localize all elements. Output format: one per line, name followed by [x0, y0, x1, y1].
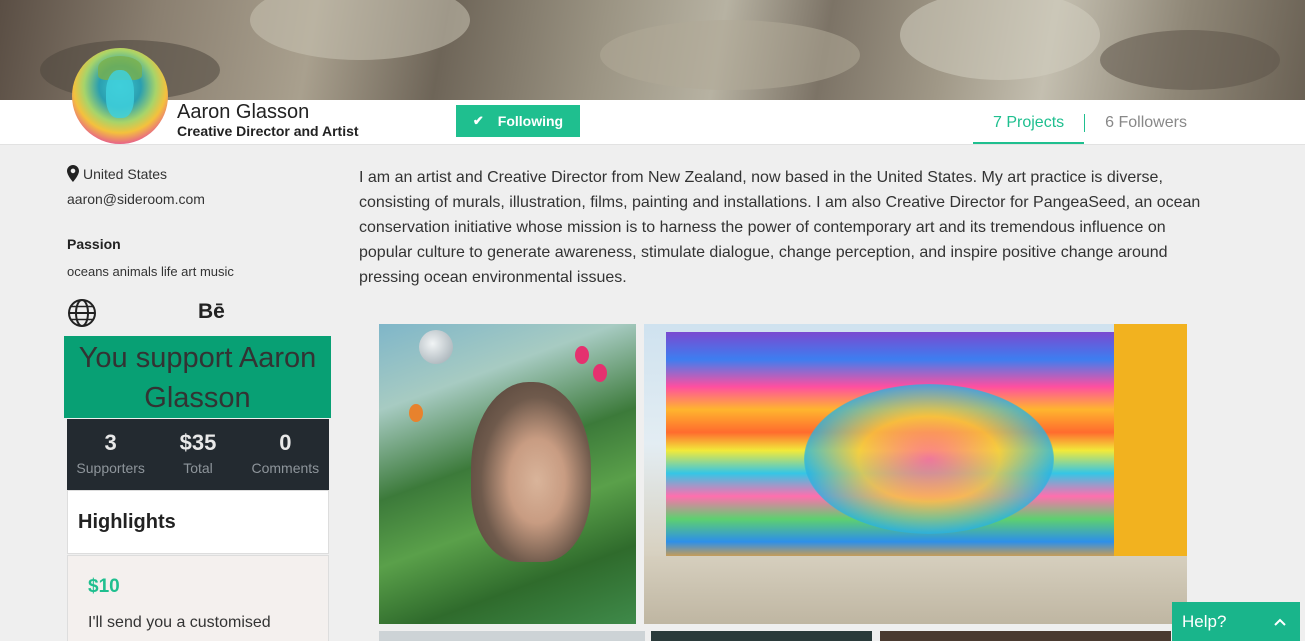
- portrait-shape: [471, 382, 591, 562]
- stat-total: $35 Total: [154, 419, 241, 490]
- highlights-label: Highlights: [78, 511, 176, 533]
- following-button[interactable]: ✔ Following: [456, 105, 580, 137]
- yellow-building: [1114, 324, 1187, 564]
- location: United States: [67, 165, 167, 182]
- flower-shape: [575, 346, 589, 364]
- passion-text: oceans animals life art music: [67, 264, 234, 279]
- chevron-up-icon: [1274, 618, 1286, 626]
- bio-text: I am an artist and Creative Director fro…: [359, 169, 1201, 286]
- cover-image: [0, 0, 1305, 100]
- project-thumbnail[interactable]: [379, 631, 645, 641]
- location-text: United States: [83, 165, 168, 182]
- stat-comments: 0 Comments: [242, 419, 329, 490]
- avatar[interactable]: [72, 48, 168, 144]
- flower-shape: [409, 404, 423, 422]
- profile-name: Aaron Glasson: [177, 101, 310, 123]
- profile-tabs: 7 Projects 6 Followers: [973, 101, 1207, 144]
- stat-label: Comments: [251, 460, 320, 476]
- highlights-header: Highlights: [67, 490, 329, 554]
- stat-supporters: 3 Supporters: [67, 419, 154, 490]
- mural-figure: [804, 384, 1054, 534]
- avatar-face: [106, 70, 134, 118]
- tab-followers[interactable]: 6 Followers: [1085, 101, 1207, 144]
- passion-heading: Passion: [67, 236, 121, 252]
- reward-price: $10: [88, 576, 120, 597]
- help-label: Help?: [1182, 611, 1227, 631]
- stat-value: $35: [179, 430, 217, 455]
- support-banner: You support Aaron Glasson: [64, 336, 331, 418]
- stat-value: 3: [104, 430, 117, 455]
- tab-projects[interactable]: 7 Projects: [973, 101, 1085, 144]
- help-button[interactable]: Help?: [1172, 602, 1300, 641]
- stat-value: 0: [279, 430, 292, 455]
- reward-description: I'll send you a customised: [88, 614, 271, 631]
- stat-label: Supporters: [76, 460, 145, 476]
- project-thumbnail[interactable]: [880, 631, 1171, 641]
- email-link[interactable]: aaron@sideroom.com: [67, 191, 205, 207]
- support-stats: 3 Supporters $35 Total 0 Comments: [67, 419, 329, 490]
- map-pin-icon: [67, 165, 79, 182]
- following-label: Following: [497, 113, 564, 129]
- reward-card[interactable]: $10 I'll send you a customised: [67, 555, 329, 641]
- globe-icon[interactable]: [67, 298, 97, 328]
- check-icon: ✔: [472, 113, 484, 128]
- rubble-ground: [644, 556, 1187, 624]
- stat-label: Total: [183, 460, 213, 476]
- profile-role: Creative Director and Artist: [177, 123, 359, 139]
- behance-icon[interactable]: Bē: [198, 300, 225, 324]
- moon-shape: [419, 330, 453, 364]
- flower-shape: [593, 364, 607, 382]
- project-thumbnail[interactable]: [651, 631, 872, 641]
- project-thumbnail[interactable]: [644, 324, 1187, 624]
- project-thumbnail[interactable]: [379, 324, 636, 624]
